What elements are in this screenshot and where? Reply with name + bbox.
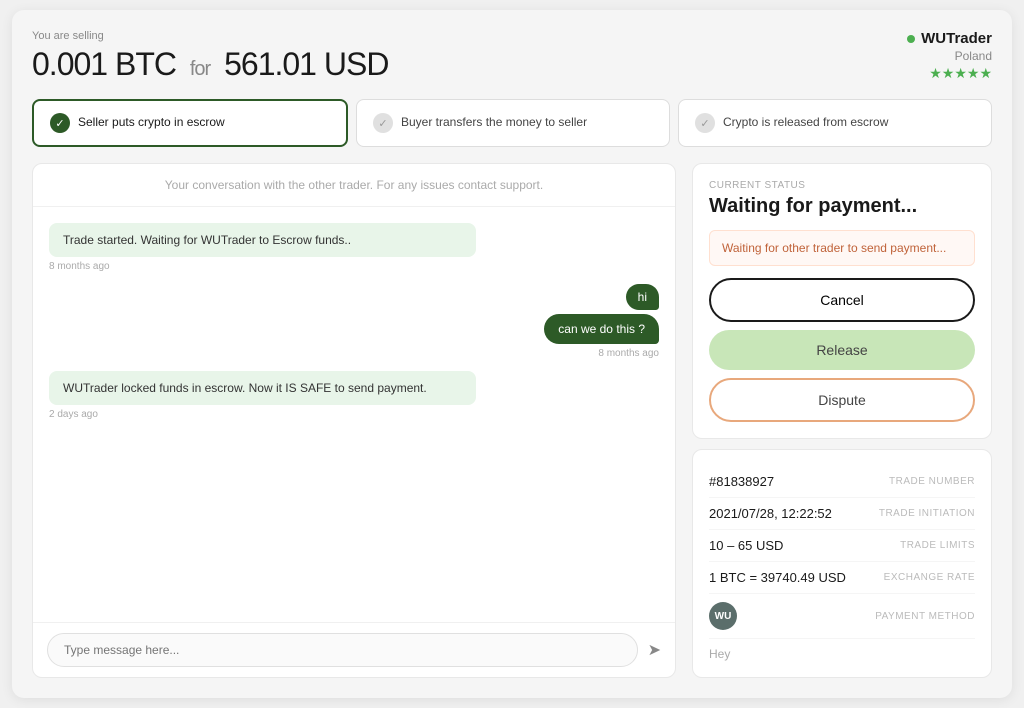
username: WUTrader [921,30,992,47]
steps-bar: ✓ Seller puts crypto in escrow ✓ Buyer t… [32,99,992,147]
amount: 0.001 BTC [32,46,176,82]
trade-initiation-label: TRADE INITIATION [879,508,975,519]
payment-method-row: WU PAYMENT METHOD [709,594,975,639]
system-msg-time-1: 8 months ago [49,261,659,272]
status-section: CURRENT STATUS Waiting for payment... Wa… [692,163,992,439]
system-msg-text-2: WUTrader locked funds in escrow. Now it … [49,371,476,405]
selling-info: You are selling 0.001 BTC for 561.01 USD [32,30,388,83]
trade-initiation-row: 2021/07/28, 12:22:52 TRADE INITIATION [709,498,975,530]
trade-limits-row: 10 – 65 USD TRADE LIMITS [709,530,975,562]
status-banner: Waiting for other trader to send payment… [709,230,975,266]
user-stars: ★★★★★ [907,65,992,82]
system-msg-text-1: Trade started. Waiting for WUTrader to E… [49,223,476,257]
step-3-label: Crypto is released from escrow [723,115,888,131]
trade-amount: 0.001 BTC for 561.01 USD [32,46,388,83]
chat-panel: Your conversation with the other trader.… [32,163,676,678]
step-1-icon: ✓ [50,113,70,133]
release-button[interactable]: Release [709,330,975,370]
trade-number-row: #81838927 TRADE NUMBER [709,466,975,498]
user-info: WUTrader Poland ★★★★★ [907,30,992,82]
chat-input[interactable] [47,633,638,667]
online-indicator [907,35,915,43]
exchange-rate-label: EXCHANGE RATE [884,572,975,583]
step-2: ✓ Buyer transfers the money to seller [356,99,670,147]
trade-number-value: #81838927 [709,474,774,489]
selling-label: You are selling [32,30,388,42]
trade-number-label: TRADE NUMBER [889,476,975,487]
bubble-question: can we do this ? [544,314,659,344]
send-button[interactable]: ➤ [648,640,661,660]
status-title: Waiting for payment... [709,195,975,218]
right-panel: CURRENT STATUS Waiting for payment... Wa… [692,163,992,678]
outgoing-messages: hi can we do this ? 8 months ago [49,284,659,359]
for-word: for [190,58,210,80]
exchange-rate-value: 1 BTC = 39740.49 USD [709,570,846,585]
system-message-1: Trade started. Waiting for WUTrader to E… [49,223,659,272]
bubble-time: 8 months ago [598,348,659,359]
chat-input-area: ➤ [33,622,675,677]
chat-messages: Trade started. Waiting for WUTrader to E… [33,207,675,622]
chat-header-note: Your conversation with the other trader.… [33,164,675,207]
main-content: Your conversation with the other trader.… [32,163,992,678]
payment-method-avatar: WU [709,602,737,630]
step-3-icon: ✓ [695,113,715,133]
exchange-rate-row: 1 BTC = 39740.49 USD EXCHANGE RATE [709,562,975,594]
dispute-button[interactable]: Dispute [709,378,975,422]
hey-row: Hey [709,639,975,661]
system-msg-time-2: 2 days ago [49,409,659,420]
header: You are selling 0.001 BTC for 561.01 USD… [32,30,992,83]
step-2-label: Buyer transfers the money to seller [401,115,587,131]
trade-limits-value: 10 – 65 USD [709,538,783,553]
trade-details: #81838927 TRADE NUMBER 2021/07/28, 12:22… [692,449,992,678]
main-container: You are selling 0.001 BTC for 561.01 USD… [12,10,1012,698]
user-country: Poland [907,49,992,63]
user-online: WUTrader [907,30,992,47]
payment-method-label: PAYMENT METHOD [875,611,975,622]
trade-limits-label: TRADE LIMITS [900,540,975,551]
step-1-label: Seller puts crypto in escrow [78,115,225,131]
step-3: ✓ Crypto is released from escrow [678,99,992,147]
step-2-icon: ✓ [373,113,393,133]
price: 561.01 USD [224,46,388,82]
current-status-label: CURRENT STATUS [709,180,975,191]
send-icon: ➤ [648,642,661,659]
step-1: ✓ Seller puts crypto in escrow [32,99,348,147]
cancel-button[interactable]: Cancel [709,278,975,322]
system-message-2: WUTrader locked funds in escrow. Now it … [49,371,659,420]
trade-initiation-value: 2021/07/28, 12:22:52 [709,506,832,521]
bubble-hi: hi [626,284,659,310]
